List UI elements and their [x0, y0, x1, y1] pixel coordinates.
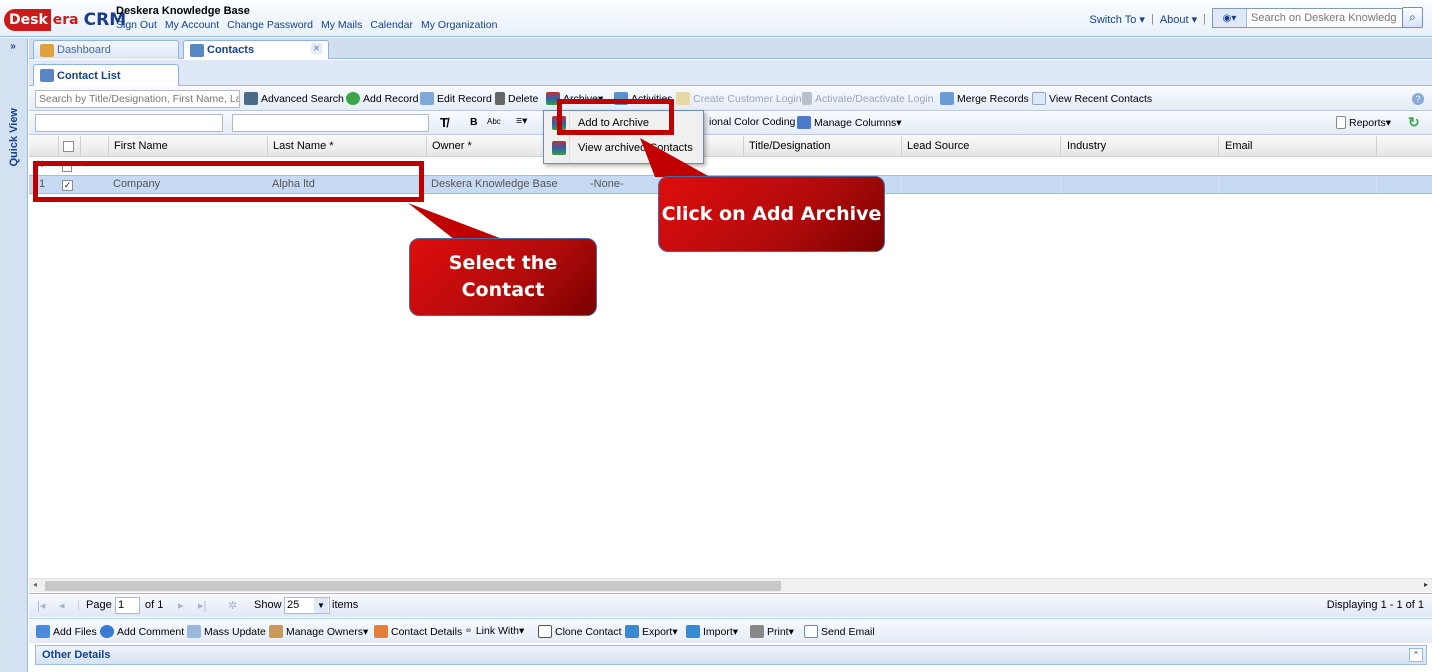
annotation-arrows	[408, 138, 710, 240]
callout-arrow-contact	[408, 203, 505, 240]
highlight-box-contact-row	[33, 161, 424, 202]
callout-arrow-archive	[640, 138, 710, 177]
callout-select-contact: Select the Contact	[409, 238, 597, 316]
highlight-box-add-archive	[557, 99, 674, 135]
callout-add-archive: Click on Add Archive	[658, 176, 885, 252]
